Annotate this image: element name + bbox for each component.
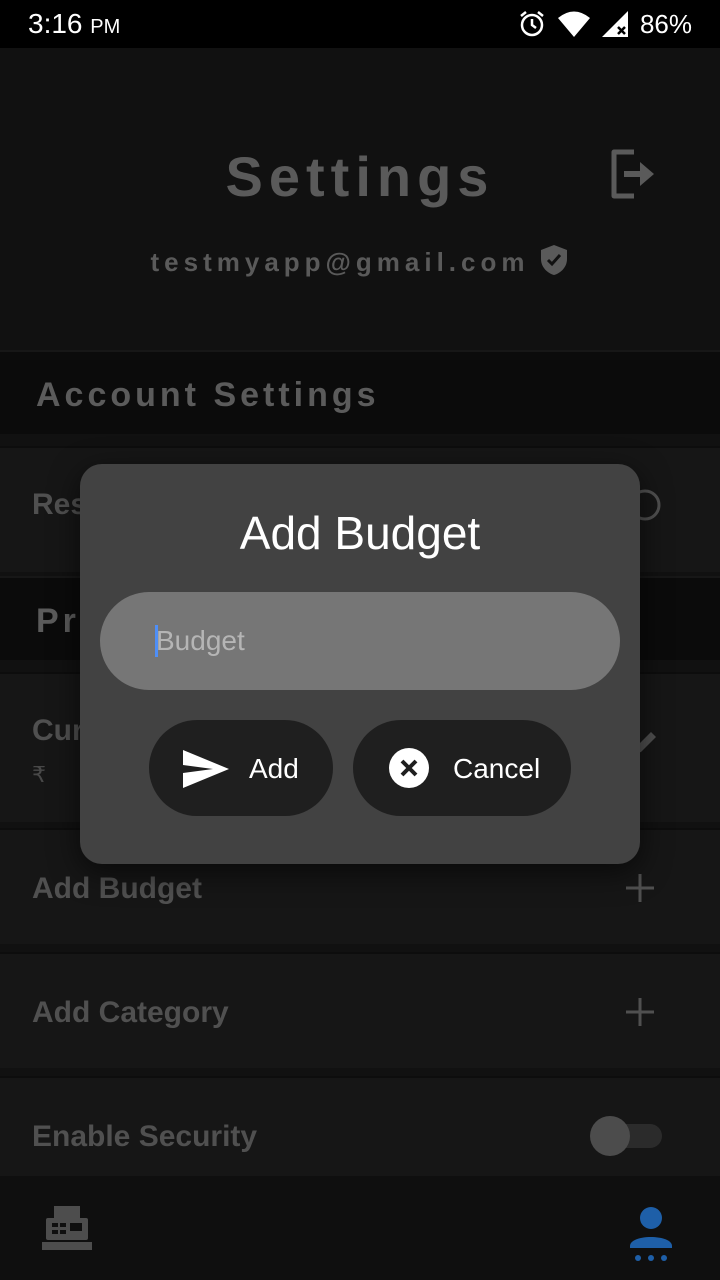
- budget-input[interactable]: [100, 592, 620, 690]
- close-circle-icon: [389, 748, 429, 795]
- add-budget-dialog: Add Budget Add Cancel: [80, 464, 640, 864]
- text-caret: [155, 625, 158, 657]
- status-bar: 3:16 PM 86%: [0, 0, 720, 48]
- alarm-icon: [518, 10, 546, 38]
- bottom-navigation: [0, 1176, 720, 1280]
- wifi-icon: [557, 11, 590, 37]
- battery-percentage: 86%: [639, 8, 692, 39]
- add-button-label: Add: [249, 753, 299, 784]
- signal-icon: [601, 11, 628, 37]
- dialog-title: Add Budget: [239, 507, 481, 559]
- person-icon[interactable]: [628, 1206, 674, 1267]
- cancel-button[interactable]: Cancel: [353, 720, 571, 816]
- send-icon: [183, 750, 229, 795]
- cancel-button-label: Cancel: [453, 753, 541, 784]
- status-time: 3:16 PM: [28, 8, 121, 39]
- status-ampm: PM: [90, 16, 121, 38]
- add-button[interactable]: Add: [149, 720, 333, 816]
- status-icons: 86%: [518, 8, 692, 40]
- cash-register-icon[interactable]: [40, 1204, 94, 1257]
